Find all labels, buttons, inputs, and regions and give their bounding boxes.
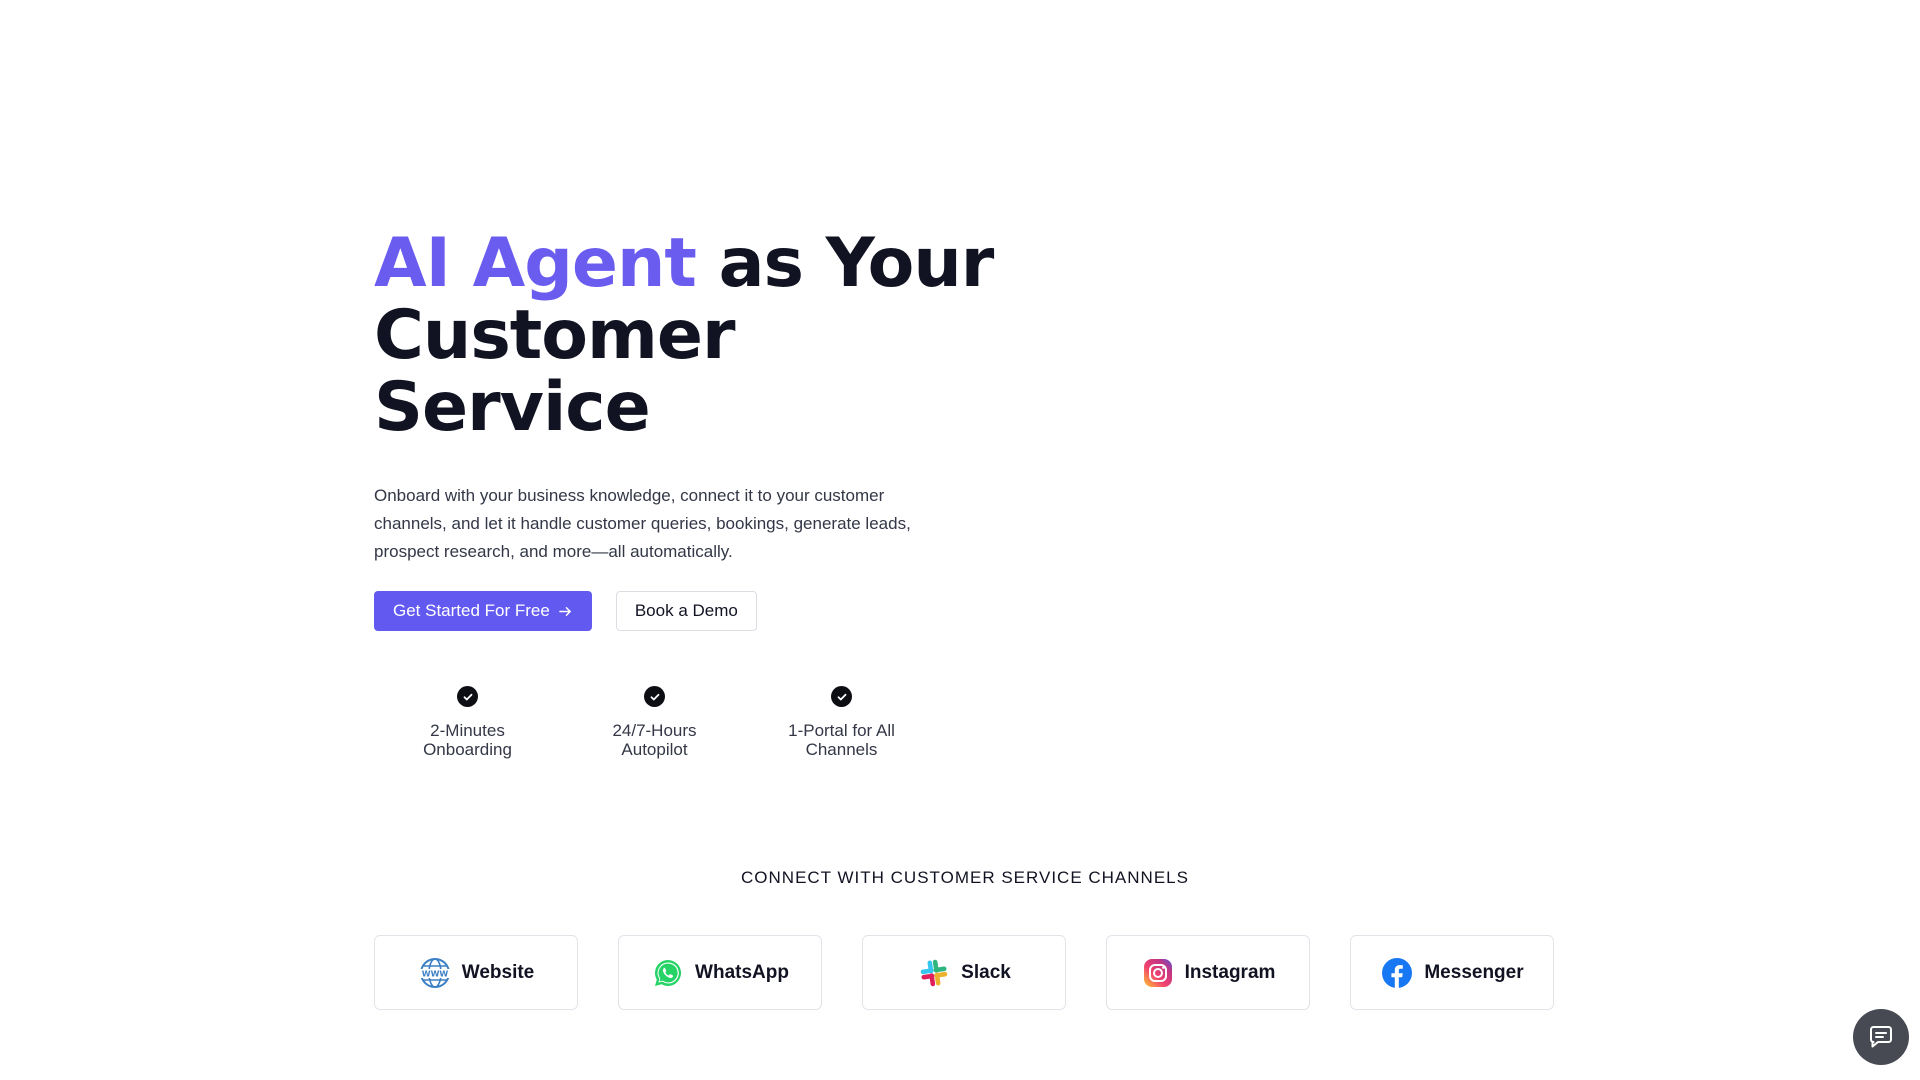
feature-label-line1: 24/7-Hours bbox=[612, 721, 697, 740]
channel-card-slack[interactable]: Slack bbox=[862, 935, 1066, 1010]
landing-page: AI Agent as Your Customer Service Onboar… bbox=[0, 0, 1920, 1080]
channel-card-instagram[interactable]: Instagram bbox=[1106, 935, 1310, 1010]
get-started-button[interactable]: Get Started For Free bbox=[374, 591, 592, 631]
feature-item: 2-Minutes Onboarding bbox=[374, 686, 561, 759]
headline-rest: as Your bbox=[695, 224, 995, 303]
whatsapp-icon bbox=[651, 956, 685, 990]
feature-label-line1: 1-Portal for All bbox=[788, 721, 895, 740]
instagram-icon bbox=[1141, 956, 1175, 990]
slack-icon bbox=[917, 956, 951, 990]
feature-label-line2: Autopilot bbox=[621, 740, 688, 759]
channel-card-messenger[interactable]: Messenger bbox=[1350, 935, 1554, 1010]
chat-widget-button[interactable] bbox=[1853, 1009, 1909, 1065]
svg-text:WWW: WWW bbox=[421, 969, 448, 978]
chat-bubble-icon bbox=[1870, 1026, 1892, 1048]
headline-line-3: Service bbox=[374, 368, 651, 447]
channel-label: Website bbox=[461, 961, 535, 983]
hero-subtitle: Onboard with your business knowledge, co… bbox=[374, 486, 911, 561]
headline-line-1: AI Agent as Your bbox=[374, 228, 994, 300]
feature-item: 1-Portal for All Channels bbox=[748, 686, 935, 759]
channel-label: Messenger bbox=[1424, 961, 1524, 983]
feature-item: 24/7-Hours Autopilot bbox=[561, 686, 748, 759]
feature-label: 1-Portal for All Channels bbox=[788, 721, 895, 759]
channel-list: WWW Website WhatsApp Slack Instagram Mes… bbox=[374, 935, 1554, 1010]
feature-list: 2-Minutes Onboarding 24/7-Hours Autopilo… bbox=[374, 686, 994, 759]
arrow-right-icon bbox=[558, 606, 571, 616]
channel-label: Slack bbox=[961, 961, 1011, 983]
channel-card-whatsapp[interactable]: WhatsApp bbox=[618, 935, 822, 1010]
check-circle-icon bbox=[831, 686, 852, 707]
feature-label-line2: Channels bbox=[805, 740, 878, 759]
headline-line-2: Customer bbox=[374, 296, 736, 375]
cta-row: Get Started For Free Book a Demo bbox=[374, 591, 994, 631]
feature-label-line1: 2-Minutes bbox=[430, 721, 505, 740]
hero-headline: AI Agent as Your Customer Service bbox=[374, 228, 994, 444]
feature-label: 24/7-Hours Autopilot bbox=[612, 721, 696, 759]
channel-label: Instagram bbox=[1184, 961, 1276, 983]
messenger-icon bbox=[1380, 956, 1414, 990]
headline-accent: AI Agent bbox=[374, 224, 697, 303]
book-demo-button[interactable]: Book a Demo bbox=[615, 591, 757, 631]
get-started-label: Get Started For Free bbox=[393, 601, 550, 620]
feature-label-line2: Onboarding bbox=[423, 740, 512, 759]
check-circle-icon bbox=[644, 686, 665, 707]
channel-label: WhatsApp bbox=[695, 961, 789, 983]
channels-heading: CONNECT WITH CUSTOMER SERVICE CHANNELS bbox=[741, 868, 1189, 887]
hero-section: AI Agent as Your Customer Service Onboar… bbox=[374, 228, 994, 759]
channel-card-website[interactable]: WWW Website bbox=[374, 935, 578, 1010]
check-circle-icon bbox=[457, 686, 478, 707]
globe-www-icon: WWW bbox=[418, 956, 452, 990]
feature-label: 2-Minutes Onboarding bbox=[423, 721, 512, 759]
